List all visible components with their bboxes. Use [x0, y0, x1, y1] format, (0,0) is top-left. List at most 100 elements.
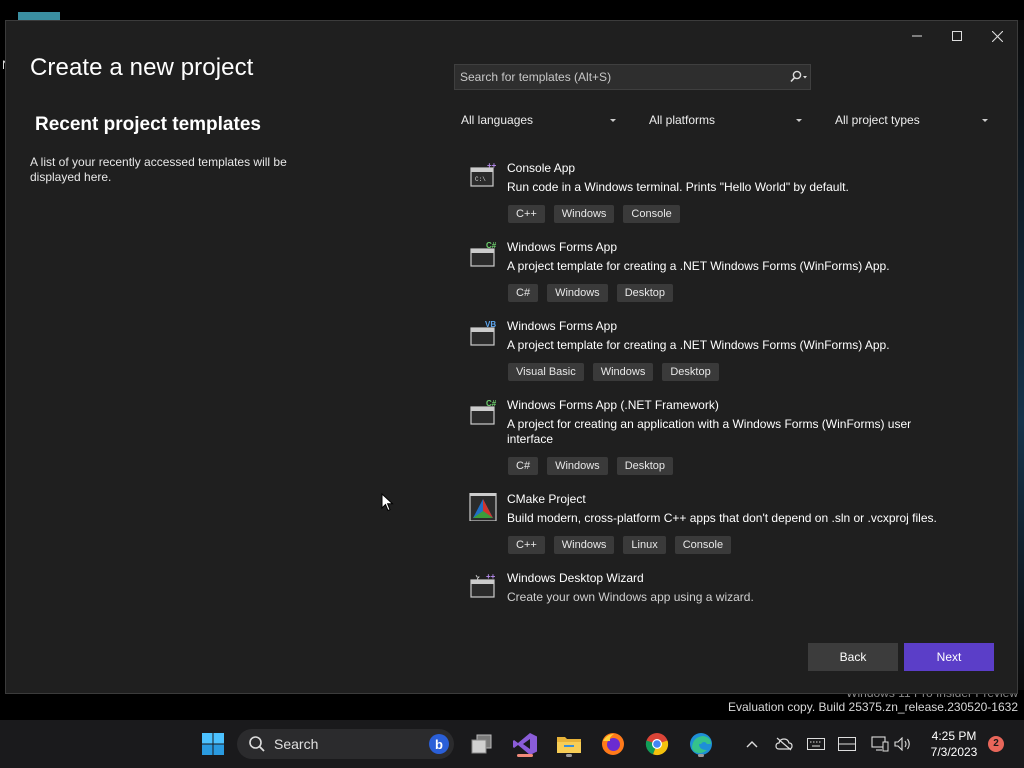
chrome-icon — [645, 733, 669, 756]
chevron-down-icon — [982, 118, 988, 122]
template-item-desktop-wizard[interactable]: ++ Windows Desktop Wizard Create your ow… — [466, 571, 986, 611]
template-item-winforms-framework[interactable]: C# Windows Forms App (.NET Framework) A … — [466, 398, 986, 475]
bing-icon: b — [429, 734, 449, 754]
project-type-filter-dropdown[interactable]: All project types — [828, 108, 994, 132]
tag: Windows — [553, 536, 615, 554]
firefox-icon — [602, 733, 624, 755]
template-description: Run code in a Windows terminal. Prints "… — [507, 180, 849, 194]
template-name: Console App — [507, 161, 576, 175]
winforms-csharp-icon: C# — [470, 241, 497, 267]
tag: Desktop — [616, 457, 674, 475]
template-item-winforms-csharp[interactable]: C# Windows Forms App A project template … — [466, 240, 986, 302]
project-type-filter-value: All project types — [835, 113, 920, 127]
template-tags: C# Windows Desktop — [508, 457, 674, 475]
template-search-input[interactable] — [455, 69, 788, 85]
desktop-wallpaper-edge — [1018, 20, 1024, 690]
search-options-button[interactable] — [788, 67, 810, 87]
display-icon — [838, 737, 856, 751]
onedrive-tray-button[interactable] — [773, 734, 795, 754]
clock-time: 4:25 PM — [931, 729, 977, 743]
window-controls — [897, 21, 1017, 51]
minimize-button[interactable] — [897, 21, 937, 51]
close-icon — [991, 30, 1003, 42]
visual-studio-taskbar-button[interactable] — [508, 728, 542, 760]
start-button[interactable] — [196, 728, 230, 760]
edge-icon — [690, 733, 712, 755]
template-name: Windows Forms App (.NET Framework) — [507, 398, 719, 412]
taskbar-search-label: Search — [274, 736, 319, 752]
tag: Visual Basic — [508, 363, 584, 381]
template-name: CMake Project — [507, 492, 586, 506]
keyboard-tray-button[interactable] — [805, 734, 827, 754]
taskbar-search[interactable]: Search b — [237, 729, 454, 759]
display-tray-button[interactable] — [836, 734, 858, 754]
back-button[interactable]: Back — [808, 643, 898, 671]
folder-icon — [557, 737, 581, 753]
search-icon — [249, 736, 265, 752]
template-item-cmake-project[interactable]: CMake Project Build modern, cross-platfo… — [466, 492, 986, 554]
volume-tray-button[interactable] — [892, 734, 914, 754]
maximize-button[interactable] — [937, 21, 977, 51]
template-description: A project for creating an application wi… — [507, 417, 912, 446]
tag: C# — [508, 457, 539, 475]
show-hidden-icons-button[interactable] — [741, 734, 763, 754]
svg-text:VB: VB — [485, 320, 496, 329]
tag: Windows — [592, 363, 654, 381]
search-icon — [790, 70, 807, 83]
chevron-down-icon — [796, 118, 802, 122]
template-name: Windows Forms App — [507, 240, 618, 254]
tag: Windows — [547, 284, 608, 302]
tag: C++ — [508, 536, 545, 554]
template-tags: Visual Basic Windows Desktop — [508, 363, 719, 381]
template-search-box[interactable] — [454, 64, 811, 90]
taskbar-clock[interactable]: 4:25 PM 7/3/2023 — [924, 728, 984, 760]
recent-templates-heading: Recent project templates — [35, 114, 261, 135]
chevron-down-icon — [610, 118, 616, 122]
svg-text:C:\: C:\ — [475, 176, 486, 183]
firefox-button[interactable] — [596, 728, 630, 760]
chrome-button[interactable] — [640, 728, 674, 760]
edge-button[interactable] — [684, 728, 718, 760]
template-item-winforms-vb[interactable]: VB Windows Forms App A project template … — [466, 319, 986, 381]
keyboard-icon — [807, 738, 825, 750]
task-view-button[interactable] — [465, 728, 499, 760]
tag: Desktop — [662, 363, 719, 381]
svg-text:C#: C# — [486, 399, 497, 408]
template-item-console-app[interactable]: C:\ ++ Console App Run code in a Windows… — [466, 161, 986, 223]
tag: Windows — [547, 457, 608, 475]
svg-text:++: ++ — [487, 162, 497, 170]
tag: Windows — [553, 205, 615, 223]
watermark-line-2: Evaluation copy. Build 25375.zn_release.… — [728, 700, 1018, 714]
template-tags: C++ Windows Linux Console — [508, 536, 732, 554]
tag: Linux — [623, 536, 666, 554]
template-name: Windows Forms App — [507, 319, 618, 333]
console-app-icon: C:\ ++ — [470, 162, 497, 187]
clock-date: 7/3/2023 — [930, 745, 978, 759]
page-title: Create a new project — [30, 54, 254, 81]
language-filter-dropdown[interactable]: All languages — [454, 108, 622, 132]
close-button[interactable] — [977, 21, 1017, 51]
recent-templates-description: A list of your recently accessed templat… — [30, 155, 287, 184]
next-button[interactable]: Next — [904, 643, 994, 671]
mouse-pointer-icon — [381, 493, 394, 512]
tag: Console — [623, 205, 680, 223]
winforms-framework-icon: C# — [470, 399, 497, 425]
tag: Desktop — [616, 284, 674, 302]
task-view-icon — [471, 734, 492, 754]
tag: C# — [508, 284, 539, 302]
running-app-indicator — [566, 754, 572, 757]
platform-filter-value: All platforms — [649, 113, 716, 127]
template-description: A project template for creating a .NET W… — [507, 338, 890, 352]
svg-text:++: ++ — [486, 572, 496, 581]
template-description: Build modern, cross-platform C++ apps th… — [507, 511, 937, 525]
create-project-window: Create a new project Recent project temp… — [5, 20, 1018, 694]
cloud-off-icon — [775, 737, 793, 751]
platform-filter-dropdown[interactable]: All platforms — [642, 108, 808, 132]
volume-icon — [894, 737, 910, 751]
svg-text:C#: C# — [486, 241, 497, 250]
network-tray-button[interactable] — [869, 734, 891, 754]
template-description: A project template for creating a .NET W… — [507, 259, 890, 273]
file-explorer-button[interactable] — [552, 728, 586, 760]
notification-badge[interactable]: 2 — [988, 736, 1004, 752]
active-app-indicator — [517, 754, 533, 757]
